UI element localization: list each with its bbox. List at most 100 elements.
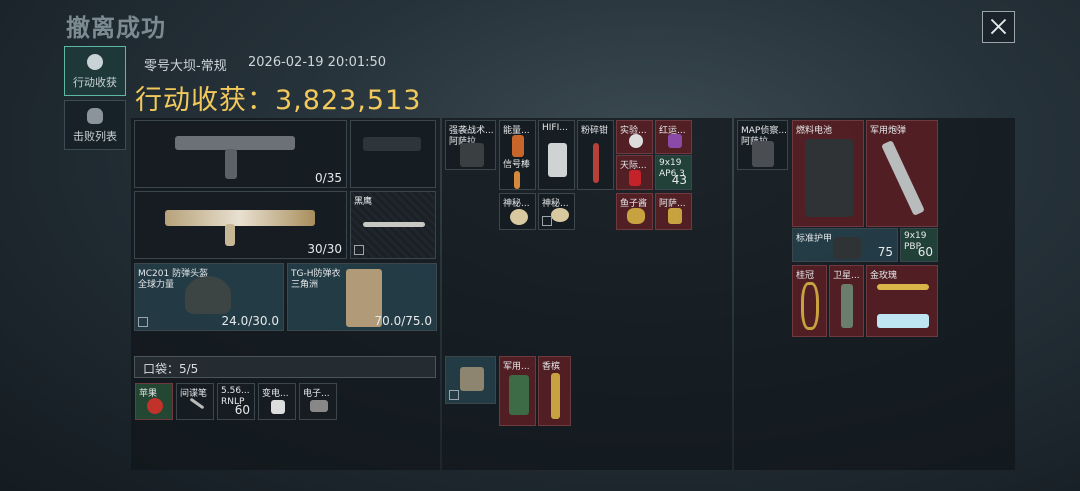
bag-item[interactable]: 香槟 [538, 356, 571, 426]
backpack-item[interactable]: 燃料电池 [792, 120, 864, 227]
backpack-item[interactable]: 标准护甲 75 [792, 228, 898, 262]
tab-label: 行动收获 [73, 76, 117, 89]
pistol-slot[interactable] [350, 120, 436, 188]
hifi-icon [548, 143, 567, 177]
map-name: 零号大坝-常规 [144, 59, 227, 74]
item-name: 9x19 [904, 231, 927, 241]
device-icon [310, 400, 328, 412]
item-name: 军用... [503, 362, 530, 372]
item-name: 神秘... [542, 199, 569, 209]
pocket-item[interactable]: 5.56... RNLP 60 [217, 383, 255, 420]
rig-item[interactable]: 鱼子酱 [616, 193, 653, 230]
magazine-icon [225, 149, 237, 179]
bag-slot[interactable] [445, 356, 496, 404]
mystery-icon [510, 209, 528, 225]
envelope-icon [629, 170, 641, 186]
rig-item[interactable]: 神秘... [499, 193, 536, 230]
apple-icon [147, 398, 163, 414]
vest-icon [833, 237, 861, 259]
total-loot: 行动收获：3,823,513 [135, 78, 421, 117]
rig-item[interactable]: 粉碎钳 [577, 120, 614, 190]
armor-slot[interactable]: TG-H防弹衣 三角洲 70.0/75.0 [287, 263, 437, 331]
skull-icon [87, 108, 103, 124]
rig-item[interactable]: 阿萨... [655, 193, 692, 230]
cup-icon [668, 208, 682, 224]
item-name: 燃料电池 [796, 126, 833, 136]
pen-icon [189, 397, 205, 410]
pocket-item[interactable]: 电子... [299, 383, 337, 420]
rig-item[interactable]: HIFI... [538, 120, 575, 190]
tab-label: 击败列表 [73, 130, 117, 143]
vest-icon [460, 143, 484, 167]
backpack-item[interactable]: 9x19 PBP 60 [900, 228, 938, 262]
item-count: 43 [671, 173, 687, 187]
lock-icon [138, 317, 148, 327]
lock-icon [354, 245, 364, 255]
tab-kill-list[interactable]: 击败列表 [64, 100, 126, 150]
ticket-icon [877, 314, 929, 328]
pliers-icon [593, 143, 599, 183]
melee-slot[interactable]: 黑鹰 [350, 191, 436, 259]
smg-icon [175, 136, 295, 150]
shell-icon [881, 140, 925, 216]
secondary-weapon-slot[interactable]: 30/30 [134, 191, 347, 259]
mystery-icon [551, 208, 569, 222]
pocket-item[interactable]: 变电... [258, 383, 296, 420]
rig-item[interactable]: 实验... [616, 120, 653, 154]
datetime: 2026-02-19 20:01:50 [248, 55, 387, 70]
helmet-slot[interactable]: MC201 防弹头盔 全球力量 24.0/30.0 [134, 263, 284, 331]
ammo-count: 0/35 [315, 171, 342, 185]
item-name: 金玫瑰 [870, 271, 898, 281]
pocket-item[interactable]: 苹果 [135, 383, 173, 420]
rig-item[interactable]: 天际... [616, 155, 653, 190]
backpack-item[interactable]: 金玫瑰 [866, 265, 938, 337]
badge-icon [668, 134, 682, 148]
backpack-item[interactable]: 桂冠 [792, 265, 827, 337]
item-name: 9x19 [659, 158, 682, 168]
backpack-item[interactable]: 军用炮弹 [866, 120, 938, 227]
ammo-count: 30/30 [307, 242, 342, 256]
flare-icon [514, 171, 520, 189]
pocket-item[interactable]: 间谍笔 [176, 383, 214, 420]
magazine-icon [225, 224, 235, 246]
rig-item[interactable]: 红运... [655, 120, 692, 154]
total-value: 3,823,513 [275, 85, 422, 116]
armor-durability: 70.0/75.0 [374, 314, 432, 328]
lock-icon [449, 390, 459, 400]
page-title: 撤离成功 [66, 14, 166, 42]
rig-item[interactable]: 9x19 AP6.3 43 [655, 155, 692, 190]
item-name: 变电... [262, 389, 289, 399]
item-count: 60 [917, 245, 933, 259]
item-name: 粉碎钳 [581, 126, 609, 136]
item-name: 神秘... [503, 199, 530, 209]
item-name: 信号棒 [503, 160, 531, 170]
close-button[interactable] [982, 11, 1015, 43]
rig-item[interactable]: 能量... 信号棒 [499, 120, 536, 190]
armor-count: 75 [877, 245, 893, 259]
champagne-icon [551, 373, 560, 419]
rose-icon [877, 284, 929, 290]
backpack-slot[interactable]: MAP侦察...阿萨拉 [737, 120, 788, 170]
pocket-header: 口袋：5/5 [134, 356, 436, 378]
item-count: 60 [234, 403, 250, 417]
item-name: 桂冠 [796, 271, 815, 281]
coin-icon [87, 54, 103, 70]
rig-item[interactable]: 神秘... [538, 193, 575, 230]
satellite-phone-icon [841, 284, 853, 328]
bag-item[interactable]: 军用... [499, 356, 536, 426]
pistol-icon [363, 137, 421, 151]
item-name: 间谍笔 [180, 389, 208, 399]
item-name: 电子... [303, 389, 330, 399]
close-icon [990, 18, 1007, 35]
energy-bar-icon [512, 135, 524, 157]
total-label: 行动收获： [135, 85, 275, 116]
rig-slot[interactable]: 强袭战术... 阿萨拉 [445, 120, 496, 170]
rifle-icon [165, 210, 315, 226]
item-name: 5.56... [221, 386, 250, 396]
tab-action-loot[interactable]: 行动收获 [64, 46, 126, 96]
helmet-faction: 全球力量 [138, 280, 175, 290]
primary-weapon-slot[interactable]: 0/35 [134, 120, 347, 188]
backpack-item[interactable]: 卫星... [829, 265, 864, 337]
backpack-icon [752, 141, 774, 167]
item-name: 军用炮弹 [870, 126, 907, 136]
